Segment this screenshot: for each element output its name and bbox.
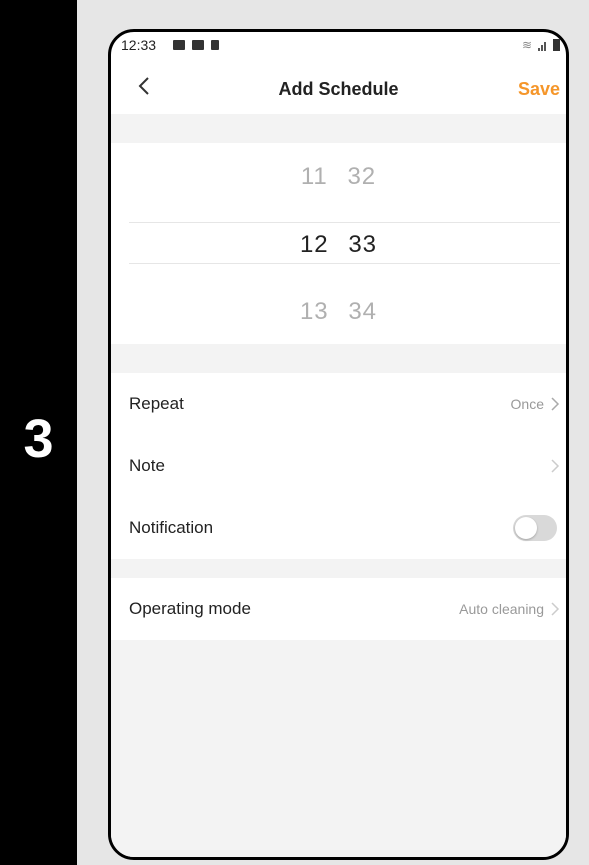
section-divider <box>111 559 566 578</box>
toggle-knob <box>515 517 537 539</box>
section-divider <box>111 344 566 373</box>
status-time: 12:33 <box>121 37 157 53</box>
save-button[interactable]: Save <box>518 79 560 100</box>
time-picker[interactable]: 11 32 12 33 13 34 <box>111 143 566 344</box>
image-icon <box>173 40 185 50</box>
operating-mode-value: Auto cleaning <box>459 601 544 617</box>
picker-hour: 12 <box>299 231 329 258</box>
operating-mode-row[interactable]: Operating mode Auto cleaning <box>111 578 566 640</box>
notification-row: Notification <box>111 497 566 559</box>
step-number: 3 <box>23 409 54 469</box>
mode-list: Operating mode Auto cleaning <box>111 578 566 640</box>
section-divider <box>111 114 566 143</box>
note-row[interactable]: Note <box>111 435 566 497</box>
status-bar: 12:33 ≋ <box>111 32 566 60</box>
picker-row-selected[interactable]: 12 33 <box>111 231 566 259</box>
picker-highlight-bottom <box>129 263 560 264</box>
picker-row[interactable]: 13 34 <box>111 298 566 326</box>
picker-hour: 11 <box>300 163 328 190</box>
operating-mode-label: Operating mode <box>129 599 251 618</box>
notification-toggle[interactable] <box>513 515 557 541</box>
repeat-value: Once <box>510 396 544 412</box>
notification-label: Notification <box>129 518 214 537</box>
picker-row[interactable]: 11 32 <box>111 163 566 191</box>
note-label: Note <box>129 456 165 475</box>
battery-icon <box>553 39 560 51</box>
repeat-row[interactable]: Repeat Once <box>111 373 566 435</box>
picker-minute: 34 <box>348 298 378 325</box>
settings-list: Repeat Once Note Notification <box>111 373 566 559</box>
empty-area <box>111 640 566 857</box>
picker-highlight-top <box>129 222 560 223</box>
step-strip: 3 <box>0 0 77 865</box>
status-icons-right: ≋ <box>522 39 560 51</box>
sim-icon <box>211 40 219 50</box>
picker-minute: 32 <box>347 163 377 190</box>
picker-minute: 33 <box>348 231 378 258</box>
signal-icon <box>538 42 546 51</box>
repeat-label: Repeat <box>129 394 184 413</box>
page-title: Add Schedule <box>278 79 399 99</box>
chevron-right-icon <box>551 397 560 411</box>
phone-frame: 12:33 ≋ Add Schedule Save 11 32 12 33 13… <box>108 29 569 860</box>
chevron-right-icon <box>551 459 560 473</box>
nav-bar: Add Schedule Save <box>111 60 566 114</box>
chevron-right-icon <box>551 602 560 616</box>
wifi-icon: ≋ <box>521 38 532 52</box>
status-icons-left <box>173 40 219 50</box>
app-icon <box>192 40 204 50</box>
picker-hour: 13 <box>299 298 329 325</box>
